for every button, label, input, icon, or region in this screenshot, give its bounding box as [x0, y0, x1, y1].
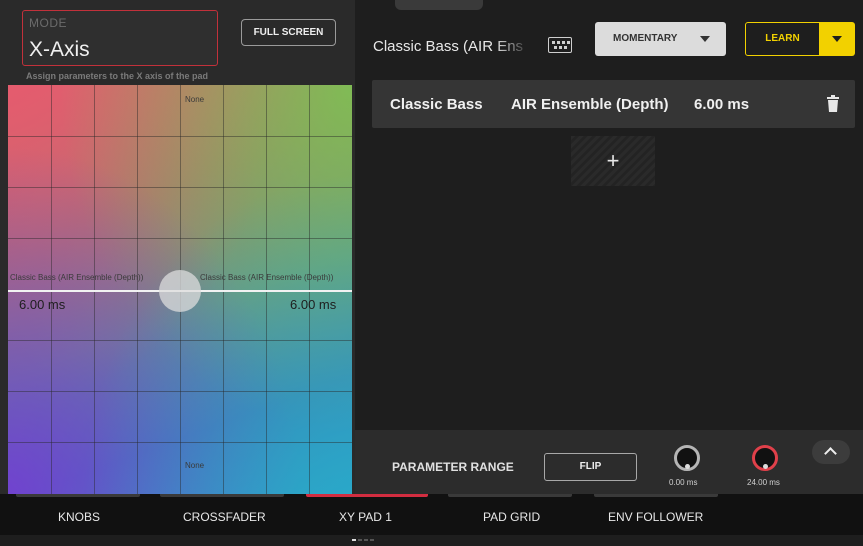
- mode-label: MODE: [29, 16, 67, 30]
- assignment-parameter: AIR Ensemble (Depth): [511, 96, 669, 113]
- tab-crossfader[interactable]: CROSSFADER: [183, 510, 266, 524]
- dropdown-arrow-icon: [700, 36, 710, 42]
- pad-right-param: Classic Bass (AIR Ensemble (Depth)): [200, 273, 334, 282]
- tab-indicator: [160, 494, 284, 497]
- parameter-range-title: PARAMETER RANGE: [392, 460, 514, 474]
- tab-pad-grid[interactable]: PAD GRID: [483, 510, 540, 524]
- trash-icon[interactable]: [827, 95, 839, 112]
- tab-env-follower[interactable]: ENV FOLLOWER: [608, 510, 703, 524]
- pad-left-param: Classic Bass (AIR Ensemble (Depth)): [10, 273, 144, 282]
- text-fade: [495, 34, 531, 60]
- page-indicator: [352, 528, 376, 546]
- xy-pad[interactable]: None None Classic Bass (AIR Ensemble (De…: [8, 85, 352, 494]
- dropdown-arrow-icon: [832, 36, 842, 42]
- grid-line: [8, 136, 352, 137]
- mode-hint: Assign parameters to the X axis of the p…: [26, 71, 209, 81]
- mode-selector[interactable]: MODE X-Axis: [22, 10, 218, 66]
- tab-indicator: [448, 494, 572, 497]
- learn-dropdown-button[interactable]: [820, 22, 855, 56]
- full-screen-button[interactable]: FULL SCREEN: [241, 19, 336, 46]
- momentary-dropdown[interactable]: MOMENTARY: [595, 22, 726, 56]
- left-panel: MODE X-Axis FULL SCREEN Assign parameter…: [0, 0, 355, 494]
- learn-button[interactable]: LEARN: [745, 22, 820, 56]
- tab-xy-pad-1[interactable]: XY PAD 1: [339, 510, 392, 524]
- flip-button[interactable]: FLIP: [544, 453, 637, 481]
- assignment-row[interactable]: Classic Bass AIR Ensemble (Depth) 6.00 m…: [372, 80, 855, 128]
- grid-line: [8, 238, 352, 239]
- assignment-preset: Classic Bass: [390, 96, 483, 113]
- grid-line: [8, 391, 352, 392]
- range-max-value: 24.00 ms: [747, 478, 780, 487]
- tab-knobs[interactable]: KNOBS: [58, 510, 100, 524]
- chevron-up-icon: [824, 447, 837, 460]
- pad-right-value: 6.00 ms: [290, 297, 337, 312]
- grid-line: [8, 442, 352, 443]
- collapse-button[interactable]: [812, 440, 850, 464]
- xy-pad-cursor[interactable]: [159, 270, 201, 312]
- pad-left-value: 6.00 ms: [19, 297, 66, 312]
- momentary-label: MOMENTARY: [613, 33, 678, 44]
- right-panel: Classic Bass (AIR Ens MOMENTARY LEARN Cl…: [355, 0, 863, 494]
- pad-top-label: None: [185, 95, 205, 104]
- range-max-knob[interactable]: [752, 445, 778, 471]
- tab-indicator: [594, 494, 718, 497]
- grid-line: [8, 187, 352, 188]
- range-min-value: 0.00 ms: [669, 478, 698, 487]
- mode-value: X-Axis: [29, 38, 90, 61]
- pad-bottom-label: None: [185, 461, 205, 470]
- grid-line: [8, 340, 352, 341]
- top-handle[interactable]: [395, 0, 483, 10]
- add-parameter-button[interactable]: +: [571, 136, 655, 186]
- range-min-knob[interactable]: [674, 445, 700, 471]
- tab-indicator: [16, 494, 140, 497]
- tab-indicator-active: [306, 494, 428, 497]
- parameter-range-bar: PARAMETER RANGE FLIP 0.00 ms 24.00 ms: [355, 430, 863, 494]
- assignment-value: 6.00 ms: [694, 96, 750, 113]
- keyboard-icon[interactable]: [548, 37, 572, 53]
- tab-bar: KNOBS CROSSFADER XY PAD 1 PAD GRID ENV F…: [0, 494, 863, 541]
